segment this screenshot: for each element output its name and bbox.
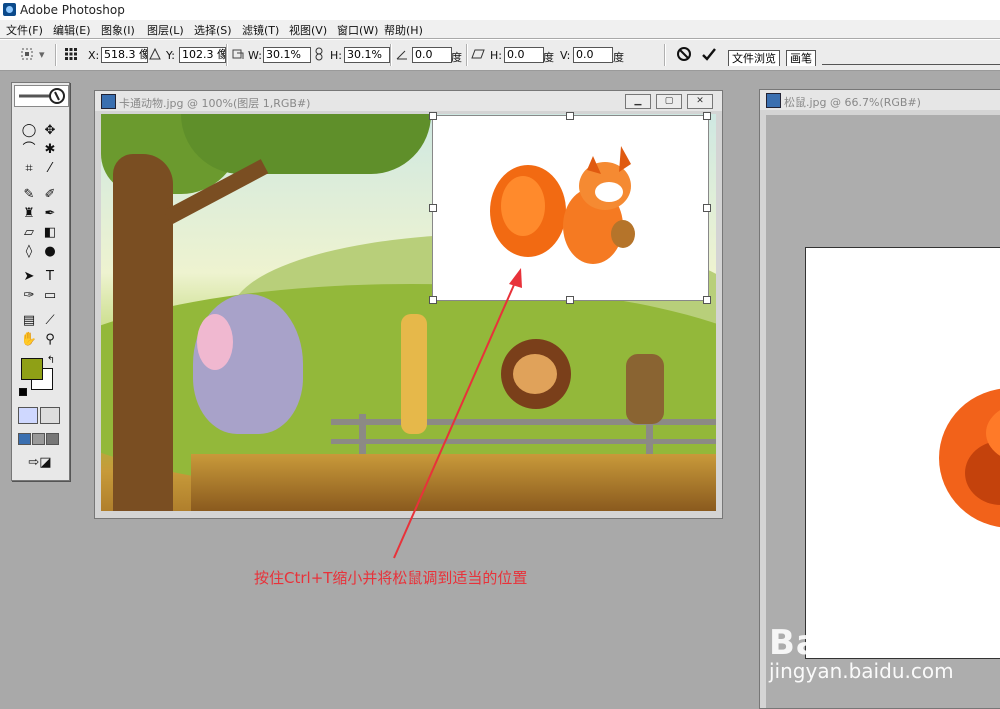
baidu-jingyan-url: jingyan.baidu.com (769, 659, 954, 683)
baidu-jingyan-watermark: Baidu经验 (769, 623, 954, 663)
annotation-text: 按住Ctrl+T缩小并将松鼠调到适当的位置 (254, 569, 528, 587)
